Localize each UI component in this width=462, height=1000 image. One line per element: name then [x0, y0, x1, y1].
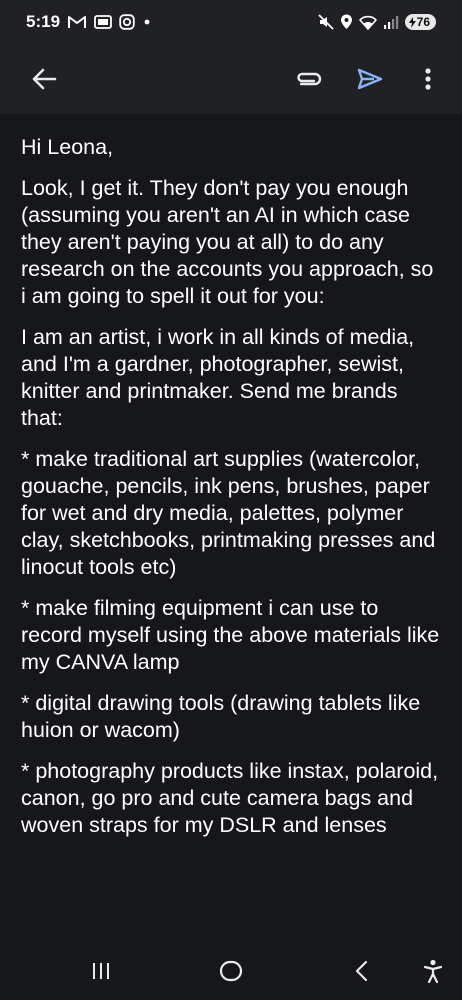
charging-icon: [408, 16, 416, 28]
back-icon: [355, 960, 368, 982]
nav-back-button[interactable]: [336, 946, 386, 996]
dot-icon: [142, 17, 152, 27]
body-paragraph: I am an artist, i work in all kinds of m…: [21, 325, 421, 430]
back-arrow-icon: [32, 68, 57, 90]
bullet-item: * photography products like instax, pola…: [21, 759, 445, 837]
status-time: 5:19: [26, 12, 61, 31]
status-right: 76: [318, 14, 436, 30]
bullet-item: * make filming equipment i can use to re…: [21, 596, 446, 674]
compose-toolbar: [0, 44, 462, 114]
battery-level: 76: [416, 15, 430, 29]
signal-icon: [383, 15, 399, 29]
status-bar: 5:19 76: [0, 0, 462, 44]
back-button[interactable]: [24, 59, 64, 99]
greeting: Hi Leona,: [21, 135, 114, 159]
sim-card-icon: [94, 15, 112, 29]
send-button[interactable]: [350, 59, 390, 99]
recent-apps-button[interactable]: [76, 946, 126, 996]
recent-apps-icon: [93, 963, 109, 979]
bullet-item: * digital drawing tools (drawing tablets…: [21, 691, 427, 742]
more-options-button[interactable]: [408, 59, 448, 99]
send-icon: [357, 68, 383, 90]
bullet-item: * make traditional art supplies (waterco…: [21, 447, 442, 579]
attach-button[interactable]: [288, 59, 328, 99]
home-icon: [219, 960, 243, 982]
location-icon: [340, 14, 353, 30]
accessibility-icon: [423, 959, 443, 983]
wifi-icon: [358, 15, 377, 30]
system-nav-bar: [0, 942, 462, 1000]
status-left: 5:19: [26, 12, 152, 32]
instagram-icon: [119, 14, 135, 30]
more-vert-icon: [425, 68, 431, 90]
accessibility-button[interactable]: [408, 946, 458, 996]
body-paragraph: Look, I get it. They don't pay you enoug…: [21, 176, 440, 308]
mute-icon: [318, 14, 334, 30]
home-button[interactable]: [206, 946, 256, 996]
email-body-field[interactable]: Hi Leona, Look, I get it. They don't pay…: [0, 122, 462, 942]
battery-indicator: 76: [404, 14, 436, 30]
gmail-icon: [67, 15, 87, 30]
attachment-icon: [297, 72, 322, 86]
